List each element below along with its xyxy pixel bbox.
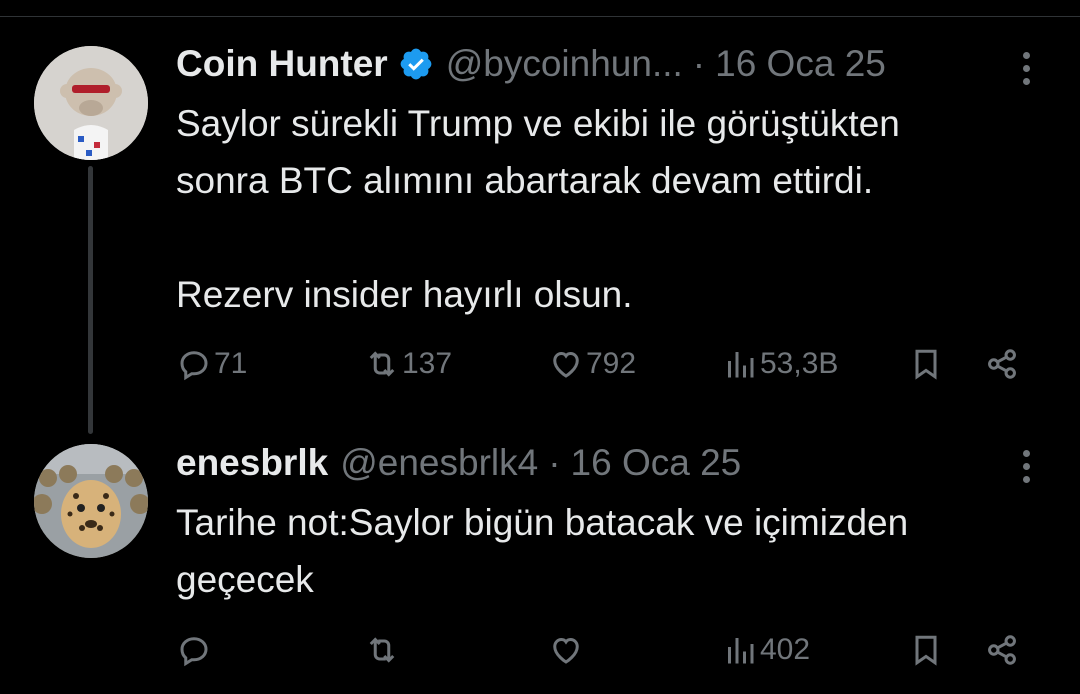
tweet2-text: Tarihe not:Saylor bigün batacak ve içimi… xyxy=(176,494,908,608)
views-button[interactable]: 53,3B xyxy=(722,346,838,382)
leopard-avatar-icon xyxy=(34,444,148,558)
heart-icon xyxy=(553,637,579,664)
ape-avatar-icon xyxy=(34,46,148,160)
author-name[interactable]: enesbrlk xyxy=(176,441,328,485)
tweet-line: sonra BTC alımını abartarak devam ettird… xyxy=(176,160,874,201)
share-button[interactable] xyxy=(984,632,1020,668)
reply-count: 71 xyxy=(214,347,248,380)
heart-icon xyxy=(553,351,579,378)
bookmark-icon xyxy=(915,635,937,666)
tweet1-actions: 71 137 792 53,3B xyxy=(176,346,1036,386)
tweet-line: geçecek xyxy=(176,559,314,600)
repost-button[interactable] xyxy=(364,632,400,668)
like-button[interactable]: 792 xyxy=(548,346,636,382)
views-chart-icon xyxy=(728,638,754,664)
repost-icon xyxy=(369,637,395,663)
author-handle[interactable]: @bycoinhun... xyxy=(446,42,683,86)
bookmark-button[interactable] xyxy=(908,346,944,382)
tweet2-header: enesbrlk @enesbrlk4 · 16 Oca 25 xyxy=(176,441,741,485)
avatar-enesbrlk[interactable] xyxy=(34,444,148,558)
reply-icon xyxy=(180,351,208,381)
repost-button[interactable]: 137 xyxy=(364,346,452,382)
author-name[interactable]: Coin Hunter xyxy=(176,42,388,86)
share-icon xyxy=(988,349,1016,379)
verified-badge-icon xyxy=(398,46,434,82)
author-handle[interactable]: @enesbrlk4 xyxy=(340,441,538,485)
tweet1-text-part1: Saylor sürekli Trump ve ekibi ile görüşt… xyxy=(176,95,900,209)
tweet-line: Tarihe not:Saylor bigün batacak ve içimi… xyxy=(176,502,909,543)
thread-connector xyxy=(88,166,93,434)
like-button[interactable] xyxy=(548,632,584,668)
share-icon xyxy=(988,635,1016,665)
tweet1-text-part2: Rezerv insider hayırlı olsun. xyxy=(176,274,633,315)
more-options-icon[interactable] xyxy=(1020,52,1032,85)
post-date[interactable]: 16 Oca 25 xyxy=(571,441,742,485)
views-button[interactable]: 402 xyxy=(722,632,810,668)
tweet1-header: Coin Hunter @bycoinhun... · 16 Oca 25 xyxy=(176,42,886,86)
views-count: 402 xyxy=(760,633,811,666)
top-divider xyxy=(0,16,1080,17)
reply-button[interactable] xyxy=(176,632,212,668)
reply-icon xyxy=(180,637,208,667)
share-button[interactable] xyxy=(984,346,1020,382)
repost-icon xyxy=(369,351,395,377)
avatar-coin-hunter[interactable] xyxy=(34,46,148,160)
bookmark-button[interactable] xyxy=(908,632,944,668)
like-count: 792 xyxy=(586,347,637,380)
reply-button[interactable]: 71 xyxy=(176,346,247,382)
bookmark-icon xyxy=(915,349,937,380)
post-date[interactable]: 16 Oca 25 xyxy=(715,42,886,86)
views-chart-icon xyxy=(728,352,754,378)
more-options-icon[interactable] xyxy=(1020,450,1032,483)
separator-dot: · xyxy=(548,442,561,483)
tweet-line: Saylor sürekli Trump ve ekibi ile görüşt… xyxy=(176,103,900,144)
repost-count: 137 xyxy=(402,347,453,380)
tweet2-actions: 402 xyxy=(176,632,1036,672)
separator-dot: · xyxy=(692,43,706,84)
views-count: 53,3B xyxy=(760,347,839,380)
